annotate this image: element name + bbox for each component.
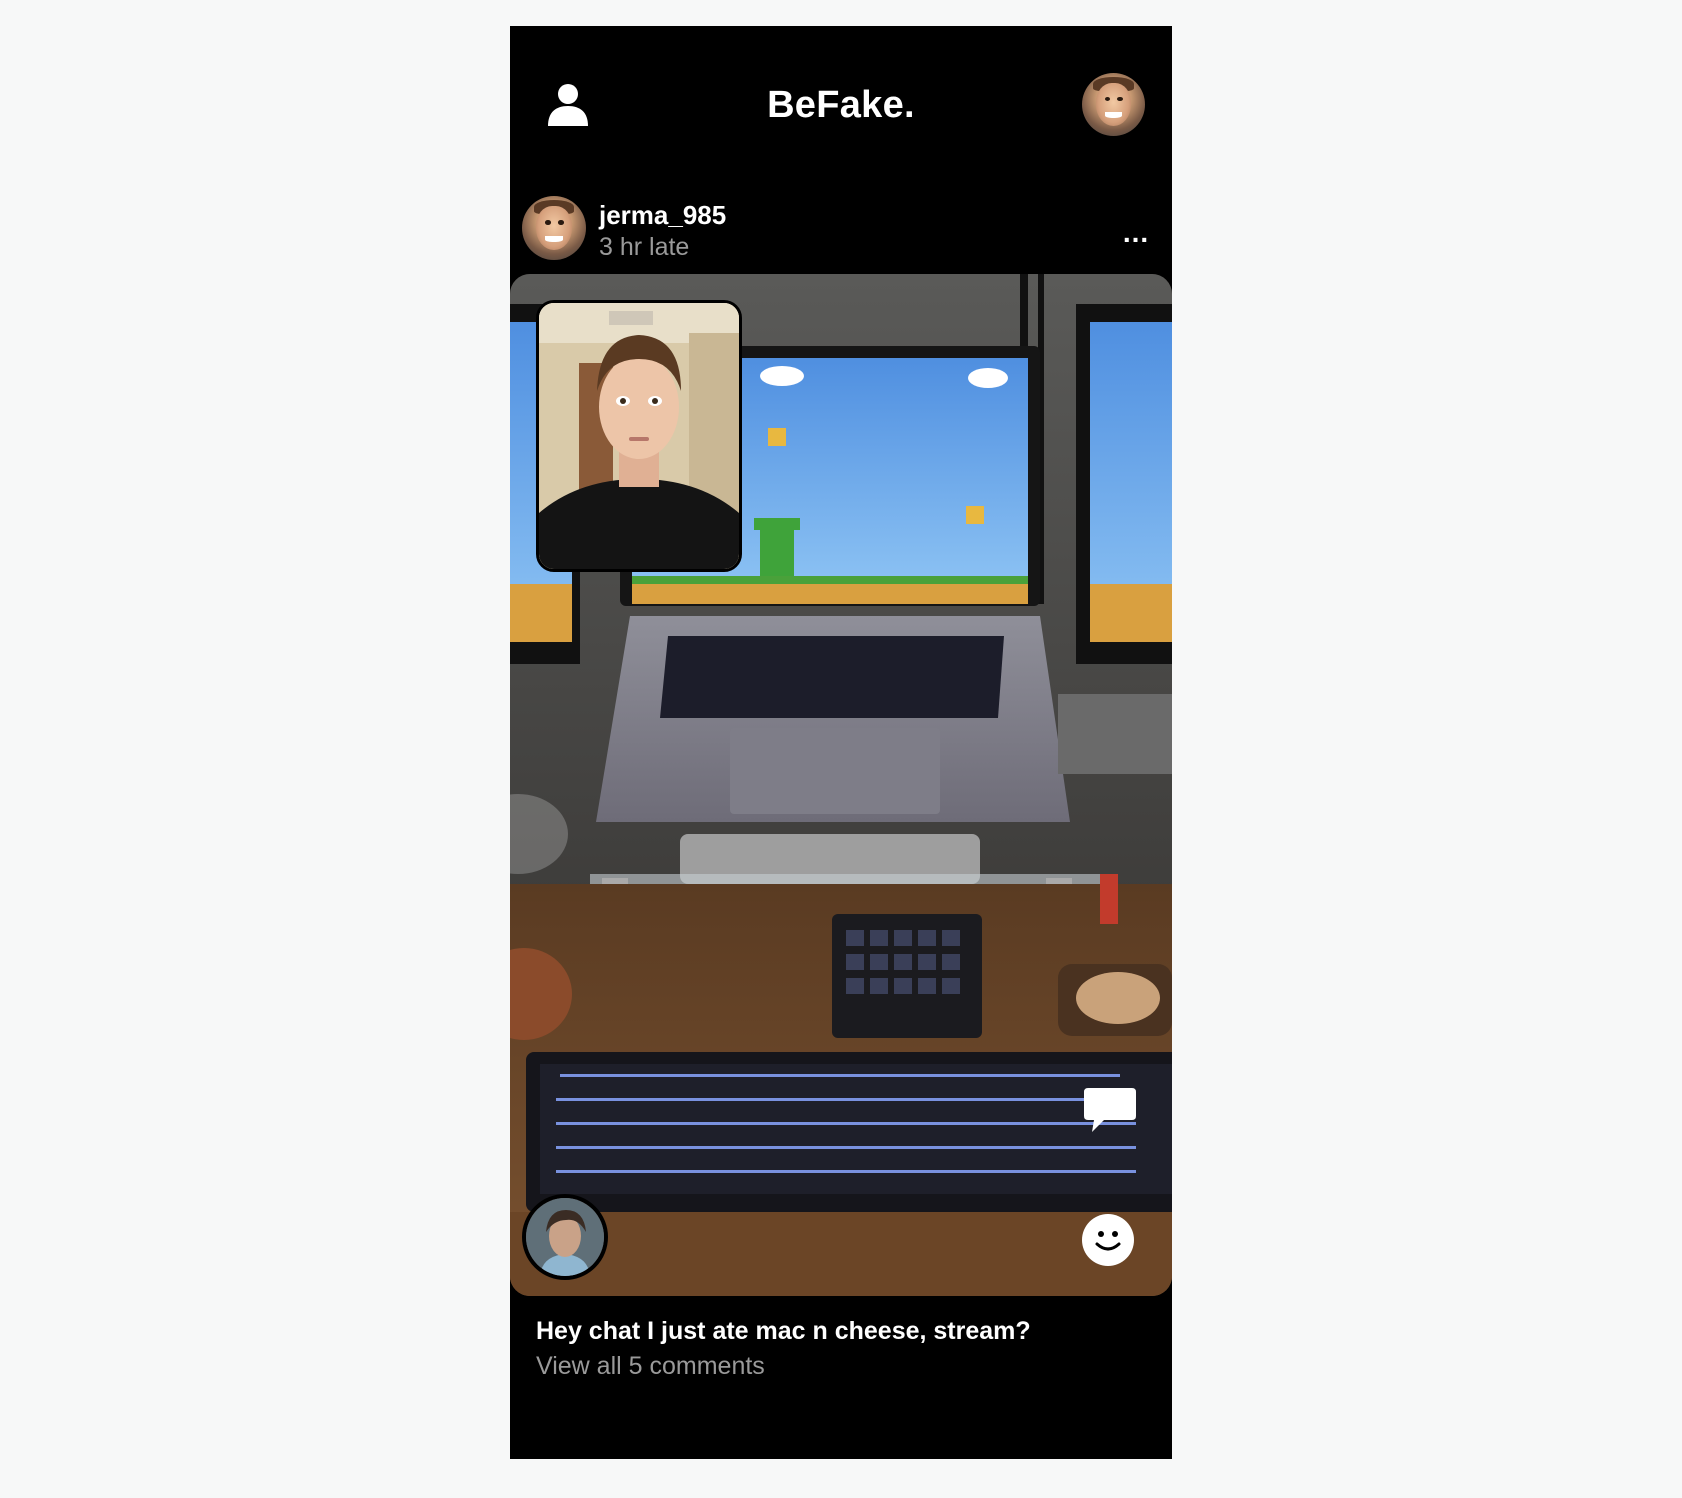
post-late-label: 3 hr late — [599, 233, 690, 261]
post-username[interactable]: jerma_985 — [599, 200, 726, 231]
selfie-photo[interactable] — [536, 300, 742, 572]
speech-bubble-icon[interactable] — [1082, 1086, 1138, 1134]
app-screen: BeFake. jerma_985 3 hr late ... Hey chat… — [510, 26, 1172, 1459]
ellipsis-icon: ... — [1122, 217, 1150, 248]
more-options-button[interactable]: ... — [1118, 219, 1154, 248]
post-caption: Hey chat I just ate mac n cheese, stream… — [536, 1317, 1031, 1345]
user-avatar[interactable] — [1082, 73, 1145, 136]
view-comments-link[interactable]: View all 5 comments — [536, 1352, 765, 1381]
app-title: BeFake. — [767, 84, 915, 126]
smiley-icon[interactable] — [1082, 1214, 1134, 1266]
reaction-avatar[interactable] — [522, 1194, 608, 1280]
selfie-image — [539, 303, 739, 569]
poster-avatar[interactable] — [522, 196, 586, 260]
